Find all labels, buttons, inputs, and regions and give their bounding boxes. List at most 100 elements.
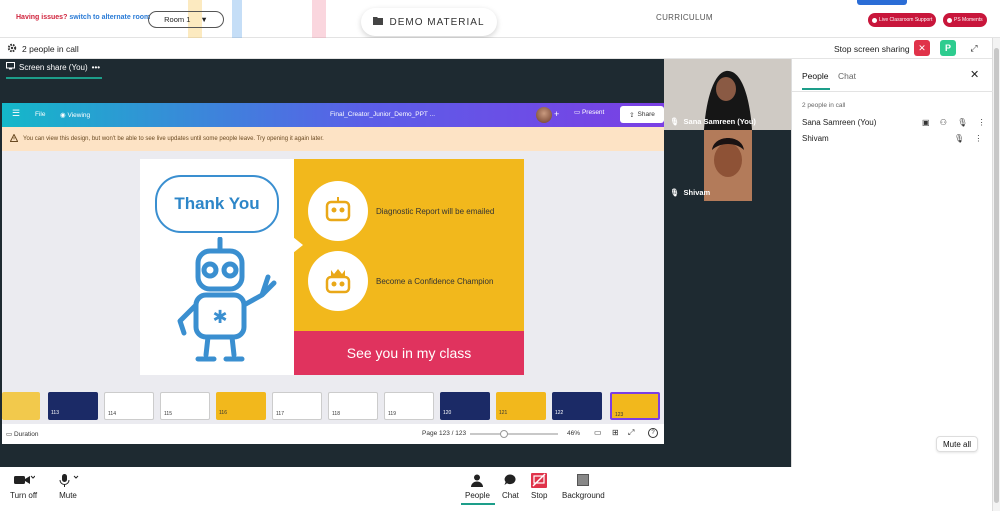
- file-menu[interactable]: File: [35, 111, 45, 118]
- thumbnail-selected[interactable]: 123: [610, 392, 660, 420]
- help-label: ?: [651, 430, 655, 436]
- demo-material-button[interactable]: DEMO MATERIAL: [361, 8, 497, 36]
- thumbnail[interactable]: 115: [160, 392, 210, 420]
- people-button[interactable]: People: [465, 473, 490, 500]
- slide: Thank You ✱ Diagnostic Report will be em…: [140, 159, 524, 375]
- close-icon: ✕: [918, 42, 926, 53]
- issues-label: Having issues?: [16, 14, 68, 21]
- thumbnail[interactable]: 119: [384, 392, 434, 420]
- slide-footer-text: See you in my class: [346, 345, 472, 361]
- close-icon[interactable]: ✕: [970, 68, 979, 81]
- zoom-slider-handle[interactable]: [500, 430, 508, 438]
- thumbnail-number: 122: [555, 410, 564, 416]
- share-button[interactable]: ⇪ Share: [620, 106, 664, 123]
- arrow-notch: [293, 237, 303, 253]
- svg-text:✱: ✱: [212, 307, 227, 328]
- screen-share-icon[interactable]: ▣: [922, 118, 930, 127]
- mic-icon[interactable]: 🎙: [957, 118, 967, 127]
- bottom-toolbar: Turn off Mute People Chat Stop Backgroun…: [0, 467, 992, 511]
- zoom-slider[interactable]: [470, 430, 558, 438]
- thumbnail[interactable]: 116: [216, 392, 266, 420]
- more-options-icon[interactable]: •••: [92, 63, 100, 72]
- room-select[interactable]: Room 1 ▼: [148, 11, 224, 28]
- warning-text: You can view this design, but won't be a…: [23, 136, 324, 142]
- pin-user-icon[interactable]: ⚇: [940, 118, 947, 127]
- plus-icon: [947, 17, 952, 23]
- more-icon[interactable]: ⋮: [974, 134, 982, 143]
- switch-room-link[interactable]: switch to alternate room: [69, 14, 150, 21]
- participant-name: Sana Samreen (You): [802, 118, 877, 127]
- tab-chat[interactable]: Chat: [838, 71, 856, 81]
- curriculum-tab[interactable]: CURRICULUM: [656, 13, 713, 22]
- folder-icon: [373, 16, 384, 28]
- top-bar: Having issues? switch to alternate room …: [0, 0, 1000, 38]
- p-button[interactable]: P: [940, 40, 956, 56]
- screen-share-tab[interactable]: Screen share (You) •••: [6, 62, 100, 72]
- present-button[interactable]: ▭ Present: [574, 108, 604, 116]
- people-count: 2 people in call: [22, 44, 79, 54]
- tab-people[interactable]: People: [802, 71, 828, 81]
- slide-line-1: Diagnostic Report will be emailed: [376, 207, 495, 216]
- thumbnail[interactable]: 113: [48, 392, 98, 420]
- scrollbar-thumb[interactable]: [994, 48, 999, 503]
- video-name-label: Sana Samreen (You): [683, 117, 756, 126]
- expand-icon[interactable]: ⤢: [966, 40, 982, 56]
- canva-toolbar: ☰ File ◉ Viewing Final_Creator_Junior_De…: [2, 103, 664, 127]
- fullscreen-icon[interactable]: ⤢: [628, 428, 634, 438]
- share-icon: ⇪: [629, 111, 635, 119]
- stop-label: Stop: [531, 491, 548, 500]
- mic-icon[interactable]: 🎙: [954, 134, 964, 143]
- caret-down-icon: ▼: [200, 15, 208, 24]
- demo-material-label: DEMO MATERIAL: [389, 16, 485, 28]
- thumbnail-number: 119: [388, 411, 396, 417]
- chat-button[interactable]: Chat: [502, 473, 519, 500]
- participant-controls: 🎙 ⋮: [954, 134, 982, 143]
- grid-icon[interactable]: ⊞: [612, 428, 619, 437]
- camera-button[interactable]: Turn off: [10, 473, 37, 500]
- thumbnail[interactable]: 118: [328, 392, 378, 420]
- thumbnail-number: 118: [332, 411, 340, 417]
- video-tile-self[interactable]: 🎙 Sana Samreen (You): [664, 59, 791, 130]
- gear-icon[interactable]: [7, 43, 17, 53]
- chat-label: Chat: [502, 491, 519, 500]
- viewing-indicator[interactable]: ◉ Viewing: [60, 111, 90, 119]
- thumbnail[interactable]: 120: [440, 392, 490, 420]
- chat-icon: [504, 473, 516, 487]
- notes-icon[interactable]: ▭: [594, 428, 602, 437]
- mic-button[interactable]: Mute: [57, 473, 79, 500]
- people-underline: [461, 503, 495, 505]
- thumbnail[interactable]: 114: [104, 392, 154, 420]
- thumbnail[interactable]: 117: [272, 392, 322, 420]
- people-panel: People Chat ✕ 2 people in call Sana Samr…: [791, 59, 993, 467]
- duration-button[interactable]: ▭ Duration: [6, 430, 39, 438]
- video-tile-shivam[interactable]: 🎙 Shivam: [664, 130, 791, 201]
- background-label: Background: [562, 491, 605, 500]
- stop-share-button[interactable]: Stop: [531, 472, 548, 500]
- screen-share-stage: Screen share (You) ••• ☰ File ◉ Viewing …: [0, 59, 664, 467]
- thumbnail[interactable]: 121: [496, 392, 546, 420]
- room-label: Room 1: [164, 15, 191, 24]
- robot-icon: ✱: [170, 236, 280, 369]
- more-icon[interactable]: ⋮: [978, 118, 986, 127]
- stop-sharing-button[interactable]: ✕: [914, 40, 930, 56]
- avatar[interactable]: [536, 107, 552, 123]
- page-scrollbar[interactable]: [992, 38, 1000, 511]
- live-support-button[interactable]: Live Classroom Support: [868, 13, 937, 27]
- video-name-self: 🎙 Sana Samreen (You): [670, 117, 756, 126]
- hamburger-icon[interactable]: ☰: [12, 108, 20, 119]
- slide-line-2: Become a Confidence Champion: [376, 277, 494, 286]
- plus-icon[interactable]: +: [554, 109, 559, 119]
- background-icon: [577, 473, 590, 487]
- mute-all-button[interactable]: Mute all: [936, 436, 978, 452]
- warning-banner: You can view this design, but won't be a…: [2, 127, 664, 151]
- thumbnail[interactable]: [2, 392, 40, 420]
- slide-area: Thank You ✱ Diagnostic Report will be em…: [2, 151, 664, 388]
- decor-stripe: [232, 0, 242, 38]
- thumbnail[interactable]: 122: [552, 392, 602, 420]
- participant-count: 2 people in call: [802, 102, 846, 109]
- moments-button[interactable]: PS Moments: [943, 13, 987, 27]
- help-icon[interactable]: ?: [648, 428, 658, 438]
- stage-tab-bar: Screen share (You) •••: [0, 59, 664, 81]
- mic-icon: 🎙: [670, 188, 680, 197]
- background-button[interactable]: Background: [562, 473, 605, 500]
